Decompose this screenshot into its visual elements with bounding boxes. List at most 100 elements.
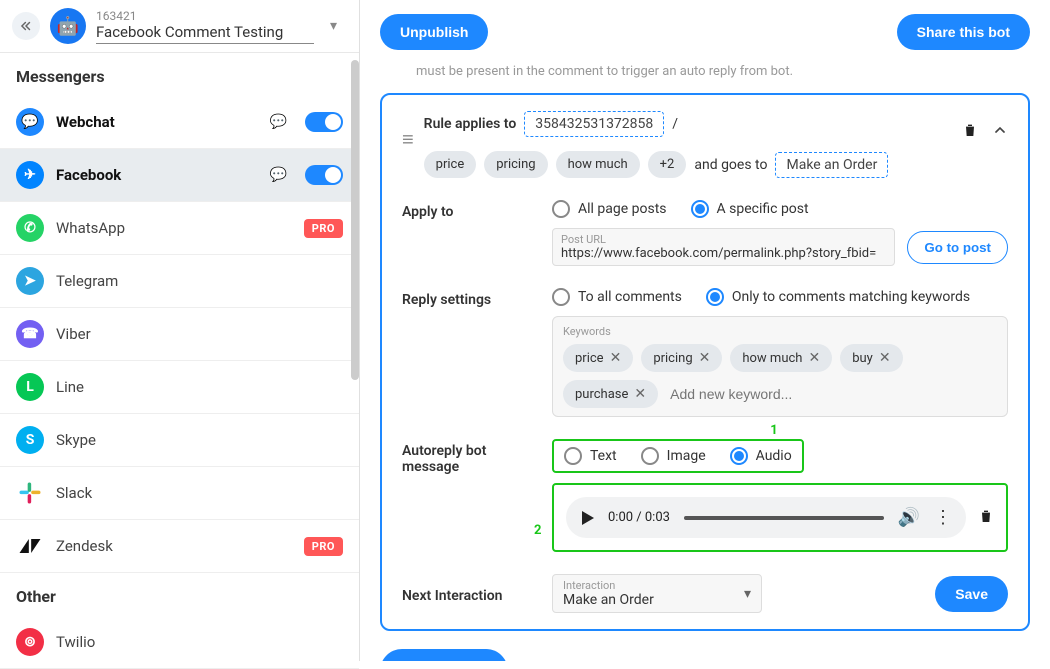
sidebar: 🤖 163421 Facebook Comment Testing ▾ Mess… <box>0 0 360 661</box>
post-id-box[interactable]: 358432531372858 <box>524 111 664 137</box>
messenger-label: Slack <box>56 484 343 502</box>
goes-to-box[interactable]: Make an Order <box>775 152 888 178</box>
interaction-select[interactable]: Interaction Make an Order <box>552 574 762 613</box>
post-url-input[interactable]: Post URL https://www.facebook.com/permal… <box>552 228 895 266</box>
chat-icon: 💬 <box>270 114 287 130</box>
bot-id: 163421 <box>96 9 314 23</box>
radio-image[interactable]: Image <box>641 447 706 465</box>
sidebar-item-webchat[interactable]: 💬Webchat💬 <box>0 96 359 149</box>
sidebar-item-line[interactable]: LLine <box>0 361 359 414</box>
remove-keyword-icon[interactable]: ✕ <box>808 350 820 366</box>
keyword-chip[interactable]: buy✕ <box>840 344 902 372</box>
collapse-rule-icon[interactable] <box>992 122 1008 142</box>
keyword-chip[interactable]: how much✕ <box>730 344 832 372</box>
bot-avatar: 🤖 <box>50 8 86 44</box>
remove-keyword-icon[interactable]: ✕ <box>699 350 711 366</box>
toggle-facebook[interactable] <box>305 165 343 185</box>
bot-selector[interactable]: 163421 Facebook Comment Testing <box>96 9 314 44</box>
audio-time: 0:00 / 0:03 <box>608 510 670 525</box>
sidebar-item-skype[interactable]: SSkype <box>0 414 359 467</box>
radio-audio[interactable]: Audio <box>730 447 792 465</box>
radio-all-comments[interactable]: To all comments <box>552 288 682 306</box>
next-interaction-label: Next Interaction <box>402 584 532 604</box>
keyword-chip[interactable]: purchase✕ <box>563 380 658 408</box>
sidebar-item-slack[interactable]: Slack <box>0 467 359 520</box>
topbar: Unpublish Share this bot <box>360 0 1050 64</box>
volume-icon[interactable]: 🔊 <box>898 507 920 528</box>
reply-settings-label: Reply settings <box>402 288 532 308</box>
sidebar-scrollbar[interactable] <box>351 60 359 380</box>
applies-to-label: Rule applies to <box>424 116 517 132</box>
autoreply-label: Autoreply bot message <box>402 439 532 475</box>
delete-rule-icon[interactable] <box>962 121 978 143</box>
summary-chip[interactable]: pricing <box>484 151 547 178</box>
autoreply-row: Autoreply bot message 1 Text Image Audio… <box>402 439 1008 552</box>
messenger-label: Line <box>56 378 343 396</box>
go-to-post-button[interactable]: Go to post <box>907 231 1008 264</box>
apply-to-row: Apply to All page posts A specific post … <box>402 200 1008 266</box>
summary-chip[interactable]: price <box>424 151 477 178</box>
toggle-webchat[interactable] <box>305 112 343 132</box>
keyword-chip[interactable]: pricing✕ <box>641 344 722 372</box>
other-list: ⊚Twilio <box>0 616 359 669</box>
audio-track[interactable] <box>684 516 884 520</box>
chevron-double-left-icon <box>19 19 33 33</box>
remove-keyword-icon[interactable]: ✕ <box>879 350 891 366</box>
goes-to-label: and goes to <box>694 157 767 173</box>
delete-audio-icon[interactable] <box>978 507 994 529</box>
hint-text: must be present in the comment to trigge… <box>380 64 1030 93</box>
radio-text[interactable]: Text <box>564 447 617 465</box>
content-area: must be present in the comment to trigge… <box>360 64 1050 661</box>
annotation-1: 1 <box>770 423 777 438</box>
rule-card: ≡ Rule applies to 358432531372858 / pric… <box>380 93 1030 631</box>
messenger-label: Viber <box>56 325 343 343</box>
remove-keyword-icon[interactable]: ✕ <box>634 386 646 402</box>
apply-to-label: Apply to <box>402 200 532 220</box>
messenger-label: Telegram <box>56 272 343 290</box>
messenger-label: WhatsApp <box>56 219 292 237</box>
other-heading: Other <box>0 573 359 616</box>
sidebar-item-telegram[interactable]: ➤Telegram <box>0 255 359 308</box>
chat-icon: 💬 <box>270 167 287 183</box>
pro-badge: PRO <box>304 537 343 556</box>
remove-keyword-icon[interactable]: ✕ <box>610 350 622 366</box>
messenger-label: Skype <box>56 431 343 449</box>
summary-chip[interactable]: how much <box>556 151 640 178</box>
sidebar-item-zendesk[interactable]: Zendesk PRO <box>0 520 359 573</box>
audio-menu-icon[interactable]: ⋮ <box>934 507 950 528</box>
slash: / <box>672 116 678 132</box>
radio-all-page-posts[interactable]: All page posts <box>552 200 667 218</box>
sidebar-item-facebook[interactable]: ✈Facebook💬 <box>0 149 359 202</box>
pro-badge: PRO <box>304 219 343 238</box>
sidebar-item-twilio[interactable]: ⊚Twilio <box>0 616 359 669</box>
rule-header: ≡ Rule applies to 358432531372858 / pric… <box>402 111 1008 178</box>
annotation-2: 2 <box>534 523 541 538</box>
next-interaction-row: Next Interaction Interaction Make an Ord… <box>402 574 1008 613</box>
keywords-box: Keywords price✕pricing✕how much✕buy✕purc… <box>552 316 1008 417</box>
audio-player: 0:00 / 0:03 🔊 ⋮ <box>566 497 966 538</box>
save-button[interactable]: Save <box>935 576 1008 612</box>
summary-chip[interactable]: +2 <box>648 151 687 178</box>
bot-name: Facebook Comment Testing <box>96 23 314 41</box>
sidebar-item-whatsapp[interactable]: ✆WhatsAppPRO <box>0 202 359 255</box>
keyword-input[interactable] <box>666 382 855 406</box>
radio-matching-keywords[interactable]: Only to comments matching keywords <box>706 288 970 306</box>
add-new-rule-button[interactable]: Add new rule <box>380 649 508 661</box>
bot-dropdown-icon[interactable]: ▾ <box>324 18 343 34</box>
radio-specific-post[interactable]: A specific post <box>691 200 809 218</box>
unpublish-button[interactable]: Unpublish <box>380 14 488 50</box>
main-panel: Unpublish Share this bot must be present… <box>360 0 1050 661</box>
keyword-chip[interactable]: price✕ <box>563 344 633 372</box>
sidebar-header: 🤖 163421 Facebook Comment Testing ▾ <box>0 0 359 53</box>
messenger-label: Facebook <box>56 166 258 184</box>
drag-handle-icon[interactable]: ≡ <box>402 111 414 152</box>
messengers-heading: Messengers <box>0 53 359 96</box>
messenger-label: Zendesk <box>56 537 292 555</box>
messenger-list: 💬Webchat💬✈Facebook💬✆WhatsAppPRO➤Telegram… <box>0 96 359 573</box>
collapse-sidebar-button[interactable] <box>12 12 40 40</box>
share-bot-button[interactable]: Share this bot <box>897 14 1030 50</box>
sidebar-item-viber[interactable]: ☎Viber <box>0 308 359 361</box>
play-button-icon[interactable] <box>582 511 594 525</box>
messenger-label: Twilio <box>56 633 343 651</box>
rule-summary: Rule applies to 358432531372858 / pricep… <box>424 111 952 178</box>
